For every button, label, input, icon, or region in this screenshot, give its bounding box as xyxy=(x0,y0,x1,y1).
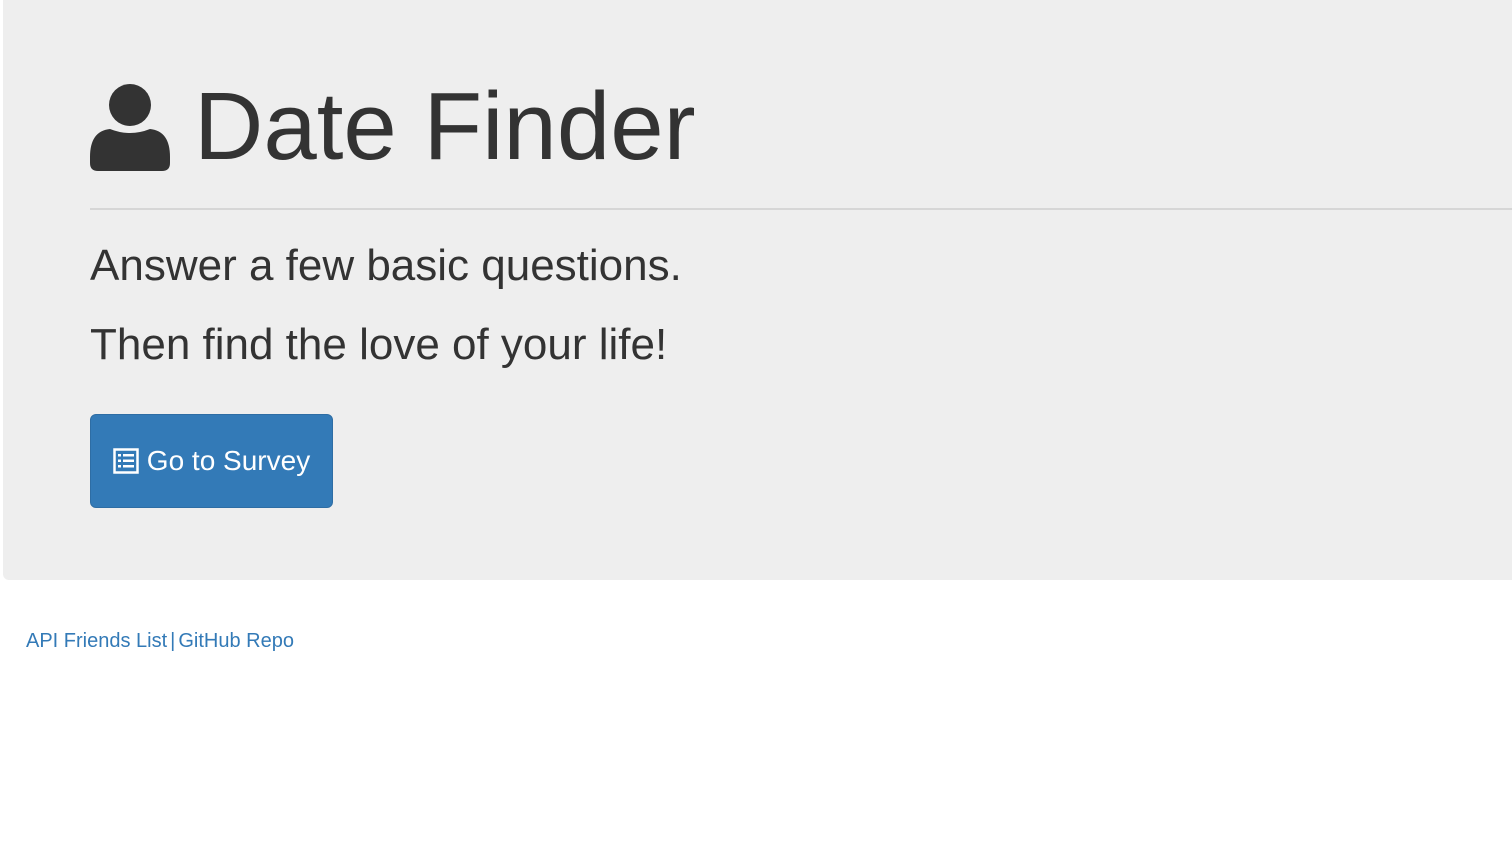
footer: API Friends List | GitHub Repo xyxy=(26,629,294,653)
user-icon xyxy=(90,84,170,171)
footer-separator: | xyxy=(170,630,176,652)
page-header: Date Finder xyxy=(90,72,696,182)
list-alt-icon xyxy=(113,448,139,474)
divider xyxy=(90,208,1512,210)
lead-text-line-1: Answer a few basic questions. xyxy=(90,241,682,290)
lead-text-line-2: Then find the love of your life! xyxy=(90,320,668,369)
github-repo-link[interactable]: GitHub Repo xyxy=(178,630,294,652)
page-title: Date Finder xyxy=(194,73,696,180)
api-friends-list-link[interactable]: API Friends List xyxy=(26,630,167,652)
go-to-survey-button[interactable]: Go to Survey xyxy=(90,414,333,508)
go-to-survey-label: Go to Survey xyxy=(146,445,311,476)
